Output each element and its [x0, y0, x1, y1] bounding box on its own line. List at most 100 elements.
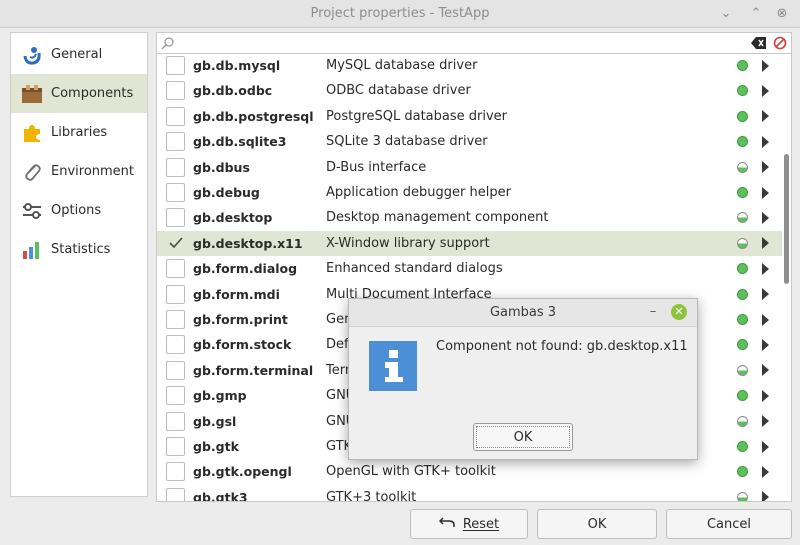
checkbox[interactable]: [166, 462, 185, 482]
component-description: Application debugger helper: [326, 185, 511, 200]
component-row[interactable]: gb.db.sqlite3 SQLite 3 database driver: [157, 129, 782, 154]
status-ok-icon: [737, 85, 748, 97]
checkbox[interactable]: [166, 411, 185, 431]
expand-arrow-icon[interactable]: [762, 161, 769, 174]
ok-button[interactable]: OK: [537, 509, 657, 539]
checkbox[interactable]: [166, 335, 185, 355]
component-row[interactable]: gb.gtk3 GTK+3 toolkit: [157, 485, 782, 501]
expand-arrow-icon[interactable]: [762, 389, 769, 402]
info-icon: [369, 341, 417, 391]
expand-arrow-icon[interactable]: [762, 59, 769, 72]
checkbox[interactable]: [166, 487, 185, 501]
component-name: gb.debug: [193, 185, 260, 200]
expand-arrow-icon[interactable]: [762, 313, 769, 326]
expand-arrow-icon[interactable]: [762, 491, 769, 501]
expand-arrow-icon[interactable]: [762, 237, 769, 250]
component-description: D-Bus interface: [326, 159, 427, 175]
checkbox[interactable]: [166, 157, 185, 177]
reset-button[interactable]: Reset: [410, 509, 528, 539]
component-row[interactable]: gb.dbus D-Bus interface: [157, 155, 782, 180]
status-ok-icon: [737, 339, 748, 351]
sidebar-item-environment[interactable]: Environment: [11, 152, 147, 191]
checkbox[interactable]: [166, 81, 185, 101]
checkbox[interactable]: [166, 360, 185, 380]
sidebar-item-label: Options: [51, 203, 102, 218]
window-titlebar: Project properties - TestApp ⌄ ⌃ ⊗: [0, 0, 800, 28]
status-ok-icon: [737, 136, 748, 148]
component-name: gb.form.terminal: [193, 362, 314, 378]
maximize-icon[interactable]: ⌃: [746, 4, 766, 24]
component-row[interactable]: gb.desktop Desktop management component: [157, 205, 782, 230]
expand-arrow-icon[interactable]: [762, 364, 769, 377]
sidebar-item-general[interactable]: General: [11, 35, 147, 74]
dialog-minimize-icon[interactable]: –: [646, 304, 660, 319]
component-row[interactable]: gb.db.postgresql PostgreSQL database driv…: [157, 104, 782, 129]
expand-arrow-icon[interactable]: [762, 135, 769, 148]
component-name: gb.db.odbc: [193, 83, 273, 99]
component-name: gb.dbus: [193, 159, 250, 175]
component-name: gb.gtk.opengl: [193, 464, 292, 480]
checkbox[interactable]: [166, 437, 185, 456]
checkbox[interactable]: [166, 259, 185, 279]
component-name: gb.db.postgresql: [193, 108, 314, 124]
cancel-button[interactable]: Cancel: [666, 509, 792, 539]
component-name: gb.form.mdi: [193, 286, 280, 302]
expand-arrow-icon[interactable]: [762, 288, 769, 301]
expand-arrow-icon[interactable]: [762, 186, 769, 199]
sidebar-item-statistics[interactable]: Statistics: [11, 230, 147, 269]
expand-arrow-icon[interactable]: [762, 110, 769, 123]
expand-arrow-icon[interactable]: [762, 84, 769, 97]
message-dialog: Gambas 3 – ✕ Component not found: gb.des…: [348, 298, 698, 460]
stop-icon[interactable]: [773, 36, 787, 50]
checkbox[interactable]: [166, 386, 185, 406]
component-row[interactable]: gb.db.odbc ODBC database driver: [157, 78, 782, 103]
component-row[interactable]: gb.form.dialog Enhanced standard dialogs: [157, 256, 782, 281]
checkbox[interactable]: [166, 208, 185, 228]
window-title: Project properties - TestApp: [310, 6, 490, 21]
component-row[interactable]: gb.db.mysql MySQL database driver: [157, 54, 782, 78]
sidebar-item-libraries[interactable]: Libraries: [11, 113, 147, 152]
status-partial-icon: [737, 237, 748, 249]
sidebar-item-label: Components: [51, 86, 134, 101]
checkbox[interactable]: [166, 310, 185, 329]
list-scrollbar[interactable]: [784, 154, 789, 284]
sliders-icon: [21, 200, 43, 222]
status-ok-icon: [737, 314, 748, 325]
checkbox[interactable]: [166, 106, 185, 126]
component-name: gb.gsl: [193, 413, 237, 429]
expand-arrow-icon[interactable]: [762, 415, 769, 428]
dialog-ok-button[interactable]: OK: [473, 423, 573, 451]
clear-search-icon[interactable]: [751, 36, 767, 50]
sidebar-item-label: Environment: [51, 164, 135, 179]
minimize-icon[interactable]: ⌄: [716, 4, 736, 24]
component-description: SQLite 3 database driver: [326, 134, 488, 150]
checkbox[interactable]: [166, 284, 185, 304]
component-row[interactable]: gb.gtk.opengl OpenGL with GTK+ toolkit: [157, 459, 782, 484]
component-name: gb.form.stock: [193, 337, 292, 353]
checkbox[interactable]: [166, 56, 185, 75]
checkbox-checked[interactable]: [166, 234, 185, 253]
undo-icon: [438, 516, 455, 532]
component-row[interactable]: gb.desktop.x11 X-Window library support: [157, 230, 782, 256]
component-row[interactable]: gb.debug Application debugger helper: [157, 180, 782, 205]
checkmark-icon: [168, 237, 183, 249]
sidebar-item-options[interactable]: Options: [11, 191, 147, 230]
window-close-icon[interactable]: ⊗: [772, 4, 792, 24]
checkbox[interactable]: [166, 132, 185, 152]
expand-arrow-icon[interactable]: [762, 211, 769, 224]
expand-arrow-icon[interactable]: [762, 262, 769, 275]
expand-arrow-icon[interactable]: [762, 338, 769, 351]
expand-arrow-icon[interactable]: [762, 465, 769, 478]
dialog-message: Component not found: gb.desktop.x11: [436, 339, 688, 354]
status-ok-icon: [737, 263, 748, 275]
status-ok-icon: [737, 110, 748, 122]
expand-arrow-icon[interactable]: [762, 440, 769, 453]
component-search-input[interactable]: [156, 32, 792, 54]
checkbox[interactable]: [166, 183, 185, 202]
component-name: gb.form.dialog: [193, 261, 298, 277]
component-description: MySQL database driver: [326, 58, 478, 73]
settings-sidebar: General Components Libraries Environment…: [10, 32, 148, 497]
status-partial-icon: [737, 212, 748, 224]
dialog-close-icon[interactable]: ✕: [671, 304, 687, 320]
sidebar-item-components[interactable]: Components: [11, 74, 147, 113]
